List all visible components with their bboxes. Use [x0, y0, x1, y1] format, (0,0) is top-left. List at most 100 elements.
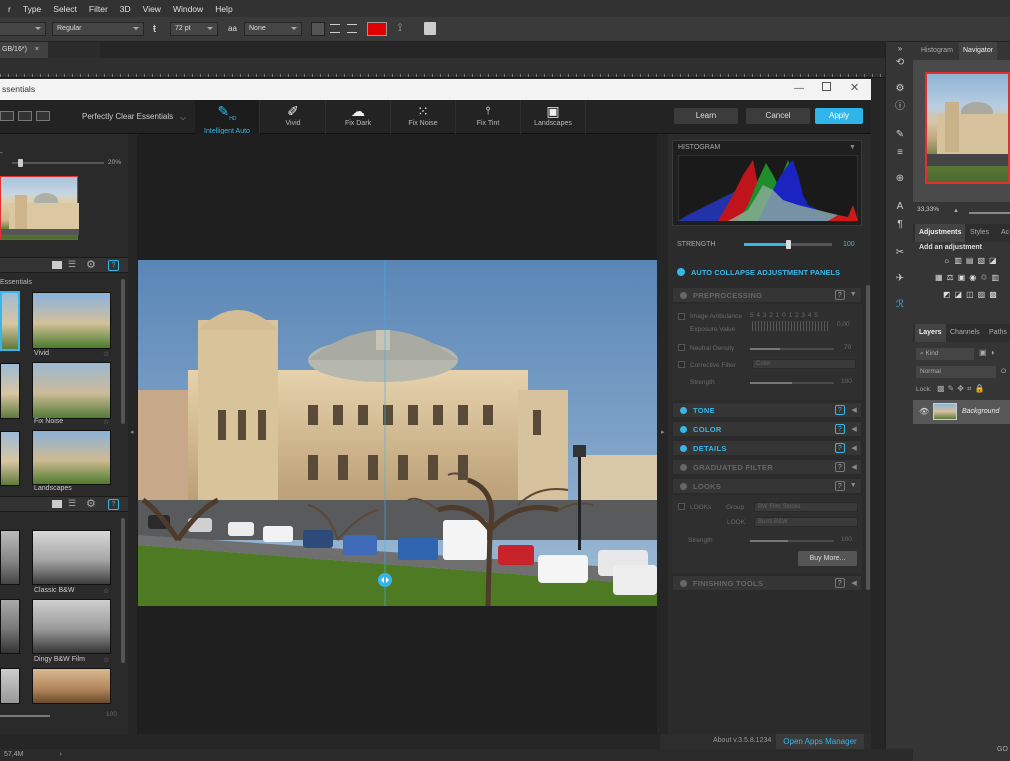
looks-strength-slider[interactable]: [750, 540, 834, 542]
adjustment-icons-row3[interactable]: ◩◪◫▨▩: [943, 290, 1010, 299]
text-color-swatch[interactable]: [367, 22, 387, 36]
star-icon[interactable]: ☆: [103, 418, 109, 426]
tab-channels[interactable]: Channels: [946, 324, 984, 342]
tool-presets-icon[interactable]: ✂: [892, 246, 908, 260]
slider-thumb[interactable]: [18, 159, 23, 167]
help-icon[interactable]: ?: [835, 424, 845, 434]
image-ambulance-checkbox[interactable]: [678, 313, 685, 320]
menu-help[interactable]: Help: [215, 4, 232, 14]
help-icon[interactable]: ?: [835, 290, 845, 300]
tool-fix-noise[interactable]: ⁙ Fix Noise: [391, 100, 456, 134]
document-tab[interactable]: GB/16*) ×: [0, 42, 48, 58]
character-panel-icon[interactable]: [424, 22, 436, 35]
tab-paths[interactable]: Paths: [985, 324, 1010, 342]
exposure-slider[interactable]: [752, 321, 830, 331]
help-icon[interactable]: ?: [835, 443, 845, 453]
buy-more-button[interactable]: Buy More...: [798, 551, 857, 566]
adjustment-icons-row1[interactable]: ☼▥▤▧◪: [943, 256, 1010, 265]
help-icon[interactable]: ?: [835, 405, 845, 415]
group-select[interactable]: BW Film Stocks: [754, 502, 858, 512]
chevron-down-icon[interactable]: ▼: [850, 291, 857, 298]
filter-kind-select[interactable]: ⌕ Kind: [916, 348, 974, 360]
panel-preprocessing[interactable]: PREPROCESSING ? ▼: [672, 287, 862, 303]
chevron-left-icon[interactable]: ◀: [851, 444, 857, 452]
close-icon[interactable]: ×: [35, 46, 39, 53]
tool-fix-tint[interactable]: ⫯ Fix Tint: [456, 100, 521, 134]
looks-checkbox[interactable]: [678, 503, 685, 510]
paragraph-icon[interactable]: ¶: [892, 218, 908, 232]
help-icon[interactable]: ?: [835, 462, 845, 472]
swatches-icon[interactable]: ✈: [892, 272, 908, 286]
panel-details[interactable]: DETAILS ? ◀: [672, 440, 862, 456]
preview-zoom-slider[interactable]: [12, 159, 104, 167]
preset-thumb-fix-dark[interactable]: [0, 363, 20, 419]
preset-thumb-landscapes[interactable]: [32, 430, 111, 485]
character-icon[interactable]: A: [892, 200, 908, 214]
view-side-icon[interactable]: [36, 111, 50, 121]
preset-thumb-intelligent-auto[interactable]: [0, 291, 20, 351]
adjustments-scrollbar[interactable]: [866, 285, 870, 590]
status-arrow-icon[interactable]: ›: [59, 751, 61, 758]
tab-layers[interactable]: Layers: [915, 324, 946, 342]
menu-type[interactable]: Type: [23, 4, 41, 14]
chevron-down-icon[interactable]: ⌵: [180, 113, 186, 123]
brush-icon[interactable]: ✎: [892, 128, 908, 142]
collapse-icon[interactable]: »: [892, 42, 908, 56]
tool-vivid[interactable]: ✐ Vivid: [261, 100, 326, 134]
panel-toggle-dot[interactable]: [680, 426, 687, 433]
link-layers-icon[interactable]: GO: [997, 746, 1008, 753]
chevron-down-icon[interactable]: ▼: [850, 482, 857, 489]
font-family-select[interactable]: [0, 22, 46, 36]
tab-adjustments[interactable]: Adjustments: [915, 224, 966, 242]
panel-tone[interactable]: TONE ? ◀: [672, 402, 862, 418]
eye-icon[interactable]: 👁: [919, 407, 929, 416]
menu-view[interactable]: View: [143, 4, 161, 14]
strength-slider-thumb[interactable]: [786, 240, 791, 249]
star-icon[interactable]: ☆: [103, 656, 109, 664]
tab-navigator[interactable]: Navigator: [959, 42, 997, 60]
tool-landscapes[interactable]: ▣ Landscapes: [521, 100, 586, 134]
clone-source-icon[interactable]: ⊕: [892, 172, 908, 186]
lock-icons[interactable]: ▩✎✥⌗🔒: [937, 384, 987, 394]
info-icon[interactable]: ⓘ: [892, 100, 908, 114]
help-icon[interactable]: ?: [835, 481, 845, 491]
chevron-left-icon[interactable]: ◀: [851, 406, 857, 414]
preview-image[interactable]: [138, 260, 657, 606]
chevron-down-icon[interactable]: ▼: [849, 144, 856, 151]
gear-icon[interactable]: ⚙: [86, 497, 96, 510]
warp-text-icon[interactable]: ⟟: [398, 22, 402, 35]
help-icon[interactable]: ?: [108, 260, 119, 271]
menu-filter[interactable]: Filter: [89, 4, 108, 14]
grid-view-icon[interactable]: [52, 261, 62, 269]
look-select[interactable]: Burnt B&W: [754, 517, 858, 527]
adjustment-icons-row2[interactable]: ▦⚖▣◉♲▥: [935, 273, 1010, 282]
star-icon[interactable]: ☆: [103, 350, 109, 358]
chevron-left-icon[interactable]: ◀: [851, 425, 857, 433]
list-view-icon[interactable]: ☰: [68, 259, 76, 270]
antialias-select[interactable]: None: [244, 22, 302, 36]
maximize-icon[interactable]: [822, 82, 831, 91]
panel-color[interactable]: COLOR ? ◀: [672, 421, 862, 437]
preset-thumb-fix-noise[interactable]: [32, 362, 111, 419]
navigator-preview[interactable]: [925, 72, 1010, 184]
chevron-left-icon[interactable]: ◀: [851, 463, 857, 471]
panel-toggle-dot[interactable]: [680, 292, 687, 299]
zoom-slider[interactable]: [969, 212, 1010, 214]
scrollbar-thumb[interactable]: [121, 279, 125, 424]
preset-thumb-vivid[interactable]: [32, 292, 111, 349]
perfectly-clear-icon[interactable]: ℛ: [892, 298, 908, 312]
tool-fix-dark[interactable]: ☁ Fix Dark: [326, 100, 391, 134]
help-icon[interactable]: ?: [108, 499, 119, 510]
preset-thumb-sepia[interactable]: [32, 668, 111, 704]
font-style-select[interactable]: Regular: [52, 22, 144, 36]
collapse-left-icon[interactable]: ◂: [130, 428, 134, 436]
neutral-density-slider[interactable]: [750, 348, 834, 350]
neutral-density-checkbox[interactable]: [678, 344, 685, 351]
corrective-filter-checkbox[interactable]: [678, 361, 685, 368]
properties-icon[interactable]: ⚙: [892, 82, 908, 96]
corrective-filter-select[interactable]: Color: [752, 359, 856, 369]
panel-toggle-dot[interactable]: [680, 464, 687, 471]
tab-actions[interactable]: Ac: [997, 224, 1010, 242]
layer-row[interactable]: 👁 Background: [913, 400, 1010, 424]
chevron-left-icon[interactable]: ◀: [851, 579, 857, 587]
